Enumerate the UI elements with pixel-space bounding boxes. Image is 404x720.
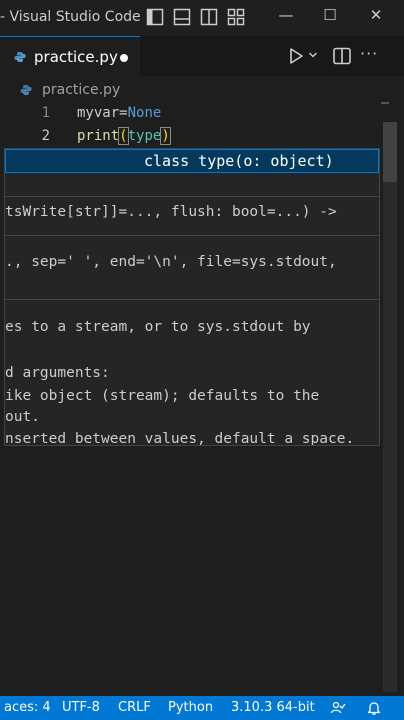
feedback-icon[interactable] (330, 700, 346, 716)
hover-line: es to a stream, or to sys.stdout by (5, 319, 311, 335)
hover-line: ., sep=' ', end='\n', file=sys.stdout, (5, 254, 337, 270)
split-editor-button[interactable] (332, 46, 352, 66)
tab-label: practice.py (34, 48, 118, 66)
toggle-secondary-sidebar-icon[interactable] (200, 8, 218, 26)
status-interpreter[interactable]: 3.10.3 64-bit (231, 700, 315, 715)
keyword-none: None (127, 105, 162, 121)
status-eol[interactable]: CRLF (118, 700, 151, 715)
minimize-button[interactable]: — (274, 6, 298, 24)
window-title: - Visual Studio Code (0, 9, 141, 25)
class-type: type (127, 128, 162, 144)
status-language[interactable]: Python (168, 700, 213, 715)
editor-scrollbar[interactable] (383, 122, 397, 692)
line-number: 1 (41, 105, 50, 121)
signature-help-widget: tsWrite[str]]=..., flush: bool=...) -> .… (4, 196, 380, 446)
suggestion-item[interactable]: class type(o: object) (5, 149, 379, 173)
tab-practice-py[interactable]: practice.py (0, 36, 140, 76)
unsaved-dot-icon[interactable] (120, 54, 128, 62)
chevron-down-icon[interactable] (308, 50, 318, 60)
run-python-file-button[interactable] (286, 46, 306, 66)
hover-line: out. (5, 409, 40, 425)
hover-divider (5, 299, 379, 300)
scroll-thumb[interactable] (383, 122, 397, 182)
code-line-2[interactable]: print(type) (77, 127, 171, 145)
suggestion-signature: class type(o: object) (144, 152, 334, 170)
hover-line: tsWrite[str]]=..., flush: bool=...) -> (5, 204, 337, 220)
layout-controls (146, 8, 245, 26)
line-number: 2 (41, 128, 50, 144)
more-actions-button[interactable]: ··· (360, 44, 378, 63)
function-print: print (77, 128, 120, 144)
status-encoding[interactable]: UTF-8 (62, 700, 100, 715)
breadcrumb: practice.py (0, 76, 404, 104)
editor-tab-bar: practice.py ··· (0, 36, 404, 76)
toggle-primary-sidebar-icon[interactable] (146, 8, 164, 26)
breadcrumb-file[interactable]: practice.py (42, 82, 120, 98)
customize-layout-icon[interactable] (227, 8, 245, 26)
status-indentation[interactable]: aces: 4 (4, 700, 51, 715)
close-window-button[interactable]: ✕ (364, 6, 388, 24)
operator: = (119, 105, 128, 121)
hover-line: ike object (stream); defaults to the (5, 388, 320, 404)
maximize-button[interactable]: ☐ (318, 6, 342, 24)
minimap-indicator (381, 102, 389, 104)
bell-icon[interactable] (366, 700, 382, 716)
hover-line: nserted between values, default a space. (5, 431, 355, 446)
identifier: myvar (77, 105, 120, 121)
suggestion-widget: class type(o: object) (4, 148, 380, 198)
status-bar: aces: 4 UTF-8 CRLF Python 3.10.3 64-bit (0, 696, 404, 720)
toggle-panel-icon[interactable] (173, 8, 191, 26)
hover-divider (5, 235, 379, 236)
code-line-1[interactable]: myvar=None (77, 105, 161, 121)
python-file-icon (20, 85, 32, 95)
close-paren: ) (160, 127, 171, 145)
hover-line: d arguments: (5, 365, 110, 381)
title-bar: - Visual Studio Code — ☐ ✕ (0, 0, 404, 36)
python-file-icon (14, 52, 26, 62)
open-paren: ( (118, 127, 129, 145)
